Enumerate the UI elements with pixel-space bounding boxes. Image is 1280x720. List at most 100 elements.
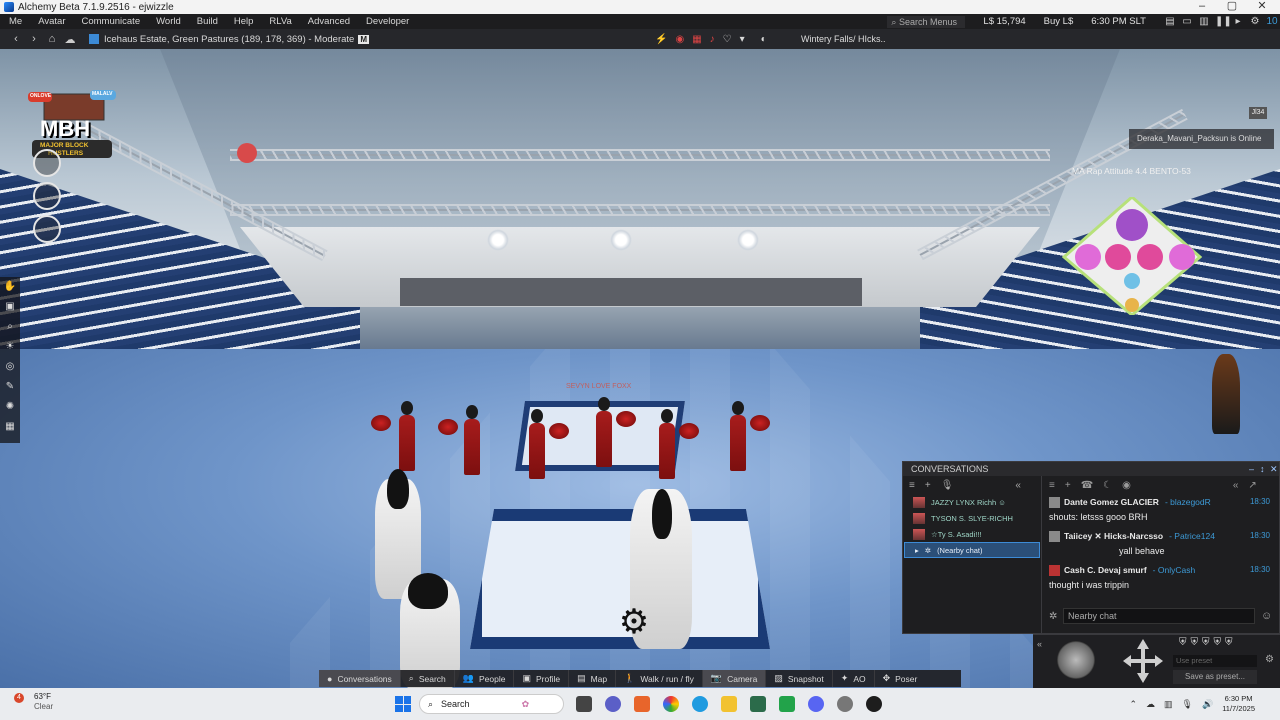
mini-badge[interactable]: Jl34 <box>1249 107 1267 119</box>
start-button[interactable] <box>395 696 411 712</box>
favorite-heart-icon[interactable]: ♡ <box>723 34 732 45</box>
microphone-icon[interactable]: 🎙 <box>1182 699 1193 710</box>
camera-view-icons[interactable]: ⛨⛨⛨⛨⛨ <box>1179 637 1237 648</box>
settings-icon[interactable] <box>837 696 853 712</box>
list-options-icon[interactable]: ≡ <box>909 480 915 491</box>
emoji-icon[interactable]: ☺ <box>1261 610 1272 622</box>
search-button[interactable]: ⌕ Search <box>401 670 455 687</box>
location-bar[interactable]: Icehaus Estate, Green Pastures (189, 178… <box>89 34 369 45</box>
alchemy-viewer-icon[interactable] <box>750 696 766 712</box>
menu-world[interactable]: World <box>148 14 189 29</box>
file-explorer-icon[interactable] <box>721 696 737 712</box>
avatar-dancer[interactable] <box>525 409 569 479</box>
maximize-button[interactable]: ▢ <box>1218 0 1246 14</box>
voice-icon[interactable]: ▤ <box>1164 16 1176 27</box>
search-menus-input[interactable]: ⌕ Search Menus <box>887 15 966 28</box>
obs-icon[interactable] <box>866 696 882 712</box>
ao-button[interactable]: ✦ AO <box>833 670 875 687</box>
chevron-up-icon[interactable]: ⌃ <box>1129 699 1137 710</box>
dropdown-chevron-icon[interactable]: ▾ <box>740 34 745 45</box>
monitor-icon[interactable]: ▭ <box>1181 16 1193 27</box>
avatar[interactable] <box>1049 564 1060 576</box>
system-clock[interactable]: 6:30 PM 11/7/2025 <box>1222 694 1255 714</box>
session-item-nearby-chat[interactable]: ▸ ✲ (Nearby chat) <box>904 542 1040 558</box>
speech-bubble-icon[interactable]: ◉ <box>1122 480 1131 491</box>
poser-button[interactable]: ✥ Poser <box>875 670 926 687</box>
hud-hand-icon[interactable]: ✋ <box>0 277 20 297</box>
close-button[interactable]: ✕ <box>1248 0 1276 14</box>
hud-sun-icon[interactable]: ✺ <box>0 397 20 417</box>
people-button[interactable]: 👥 People <box>455 670 515 687</box>
chrome-icon[interactable] <box>663 696 679 712</box>
conversations-button[interactable]: ● Conversations <box>319 670 401 687</box>
hud-globe-button[interactable] <box>33 182 61 210</box>
landmark-icon[interactable]: ☁ <box>61 33 79 46</box>
app-a-icon[interactable] <box>634 696 650 712</box>
avatar[interactable] <box>1049 496 1060 508</box>
nearby-chat-input[interactable]: Nearby chat <box>1063 608 1255 624</box>
menu-avatar[interactable]: Avatar <box>30 14 73 29</box>
task-view-icon[interactable] <box>576 696 592 712</box>
add-people-icon[interactable]: + <box>1065 480 1071 491</box>
snapshot-button[interactable]: ▨ Snapshot <box>766 670 833 687</box>
dance-hud[interactable] <box>1061 194 1203 317</box>
hud-bulb-icon[interactable]: ☀ <box>0 337 20 357</box>
fps-icon[interactable]: ▥ <box>1198 16 1210 27</box>
session-item[interactable]: JAZZY LYNX Richh ☺ <box>903 494 1041 510</box>
chat-options-icon[interactable]: ≡ <box>1049 480 1055 491</box>
minimize-button[interactable]: – <box>1188 0 1216 14</box>
notification-count[interactable]: 10 <box>1266 16 1278 27</box>
menu-rlva[interactable]: RLVa <box>261 14 299 29</box>
pin-panel-icon[interactable]: ↕ <box>1260 462 1265 476</box>
camera-preset-select[interactable]: Use preset <box>1173 655 1257 667</box>
hud-target-icon[interactable]: ◎ <box>0 357 20 377</box>
avatar-distant[interactable] <box>1212 354 1240 434</box>
edge-icon[interactable] <box>692 696 708 712</box>
pause-icon[interactable]: ❚❚ <box>1215 16 1232 27</box>
back-icon[interactable]: ‹ <box>7 33 25 45</box>
menu-communicate[interactable]: Communicate <box>74 14 149 29</box>
camera-button[interactable]: 📷 Camera <box>702 670 767 687</box>
collapse-camera-icon[interactable]: « <box>1037 639 1042 649</box>
hud-shirt-button[interactable] <box>33 149 61 177</box>
discord-icon[interactable] <box>808 696 824 712</box>
collapse-left-icon[interactable]: « <box>1233 480 1239 491</box>
save-preset-button[interactable]: Save as preset... <box>1173 670 1257 684</box>
menu-developer[interactable]: Developer <box>358 14 417 29</box>
avatar[interactable] <box>1049 530 1060 542</box>
hud-settings-button[interactable] <box>33 215 61 243</box>
close-panel-icon[interactable]: ✕ <box>1270 462 1278 476</box>
walk-run-fly-button[interactable]: 🚶 Walk / run / fly <box>616 670 703 687</box>
expand-arrow-icon[interactable]: ▸ <box>915 546 919 555</box>
media-icon[interactable]: ▸ <box>1232 16 1244 27</box>
buy-currency-button[interactable]: Buy L$ <box>1044 16 1074 27</box>
online-notification[interactable]: Deraka_Mavani_Packsun is Online <box>1129 129 1274 149</box>
menu-help[interactable]: Help <box>226 14 262 29</box>
avatar-dancer[interactable] <box>371 401 419 471</box>
parcel-info-icon[interactable] <box>89 34 99 44</box>
home-icon[interactable]: ⌂ <box>43 33 61 45</box>
taskbar-search[interactable]: ⌕ Search ✿ <box>419 694 564 714</box>
gear-icon[interactable]: ⚙ <box>1249 16 1261 27</box>
network-icon[interactable]: ▥ <box>1164 699 1173 710</box>
call-icon[interactable]: ☎ <box>1081 480 1093 491</box>
forward-icon[interactable]: › <box>25 33 43 45</box>
minimize-panel-icon[interactable]: – <box>1249 462 1254 476</box>
profile-button[interactable]: ▣ Profile <box>514 670 570 687</box>
session-item[interactable]: TYSON S. SLYE-RICHH <box>903 510 1041 526</box>
hud-box-icon[interactable]: ▣ <box>0 297 20 317</box>
avatar-dancer[interactable] <box>592 397 636 467</box>
hud-search-icon[interactable]: ⌕ <box>0 317 20 337</box>
chat-settings-icon[interactable]: ✲ <box>1049 611 1057 622</box>
weather-widget[interactable]: 4 63°F Clear <box>14 692 53 712</box>
menu-build[interactable]: Build <box>189 14 226 29</box>
add-icon[interactable]: + <box>925 480 931 491</box>
hud-grid-icon[interactable]: ▦ <box>0 417 20 437</box>
avatar-dancer[interactable] <box>726 401 770 471</box>
menu-advanced[interactable]: Advanced <box>300 14 358 29</box>
microphone-icon[interactable]: 🎙 <box>941 480 954 491</box>
camera-gear-icon[interactable]: ⚙ <box>1265 654 1274 665</box>
cloud-icon[interactable]: ☁ <box>1146 699 1155 710</box>
map-button[interactable]: ▤ Map <box>569 670 617 687</box>
moon-icon[interactable]: ☾ <box>1103 480 1112 491</box>
